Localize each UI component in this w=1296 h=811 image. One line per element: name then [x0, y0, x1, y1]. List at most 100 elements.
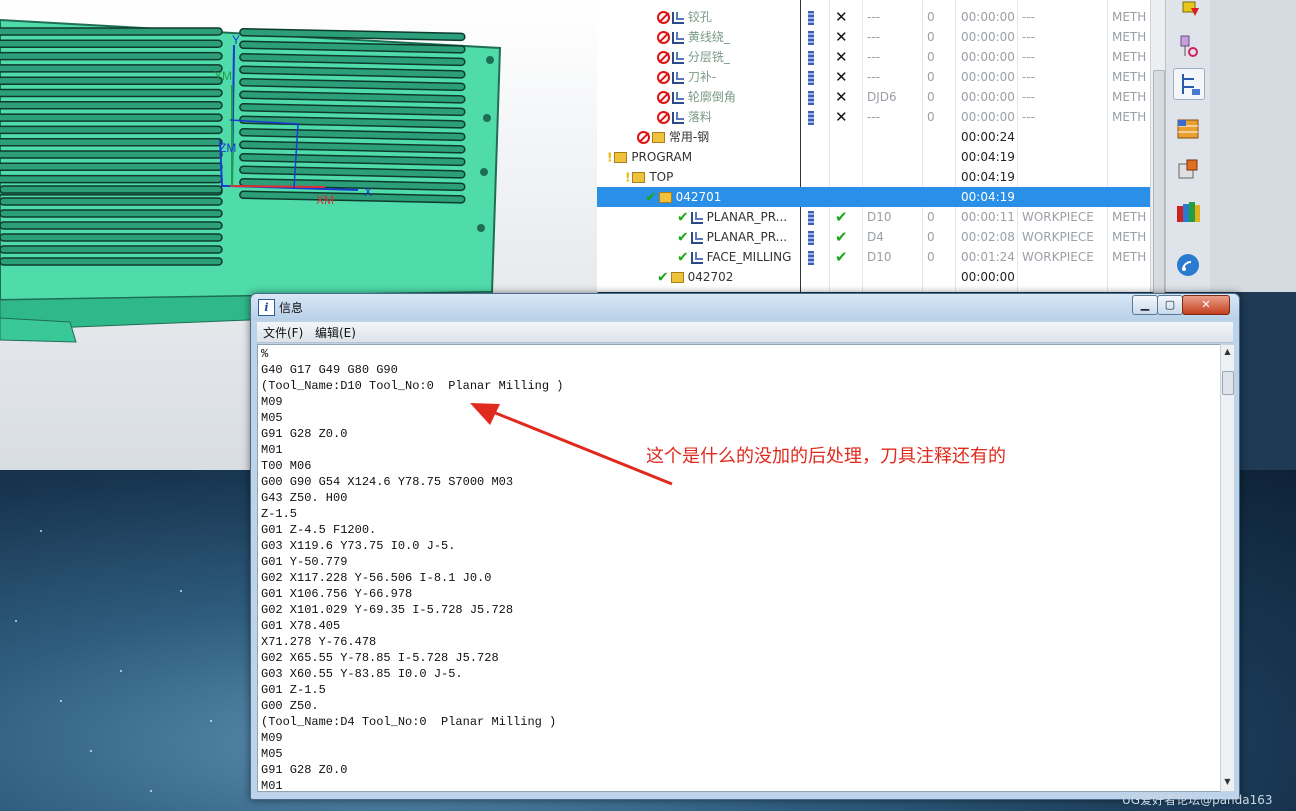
constraint-navigator-icon[interactable]	[1173, 32, 1203, 62]
navigator-scrollbar[interactable]	[1150, 0, 1166, 302]
slot	[0, 209, 223, 218]
close-button[interactable]: ✕	[1182, 295, 1230, 315]
status-x-icon: ✕	[835, 28, 848, 46]
time-cell: 00:02:08	[961, 230, 1015, 244]
toolpath-icon	[808, 230, 814, 245]
status-ok-icon: ✔	[835, 208, 848, 226]
navigator-row[interactable]: 刀补- ✕ --- 0 00:00:00 --- METH	[597, 67, 1150, 87]
operation-icon	[690, 211, 703, 224]
operation-name: 分层铣_	[687, 50, 730, 64]
navigator-row[interactable]: 分层铣_ ✕ --- 0 00:00:00 --- METH	[597, 47, 1150, 67]
tool-cell: D10	[867, 250, 892, 264]
navigator-row[interactable]: ✔ 042702 00:00:00	[597, 267, 1150, 287]
titlebar[interactable]: i 信息 ▁ ▢ ✕	[251, 294, 1239, 320]
folder-icon	[632, 172, 646, 183]
time-cell: 00:04:19	[961, 150, 1015, 164]
hole	[480, 168, 488, 176]
navigator-row[interactable]: ✔ 042701 00:04:19	[597, 187, 1150, 207]
scroll-thumb[interactable]	[1222, 371, 1234, 395]
star	[40, 530, 42, 532]
tool-cell: ---	[867, 50, 880, 64]
not-generated-icon	[657, 91, 670, 104]
axis-label: Y	[232, 33, 240, 47]
menu-file[interactable]: 文件(F)	[263, 324, 303, 341]
navigator-row[interactable]: ! PROGRAM 00:04:19	[597, 147, 1150, 167]
operation-name: 轮廓倒角	[687, 90, 736, 104]
x-cell: 0	[927, 50, 935, 64]
operation-icon	[690, 251, 703, 264]
hole	[483, 114, 491, 122]
info-text-area[interactable]: % G40 G17 G49 G80 G90 (Tool_Name:D10 Too…	[257, 344, 1221, 792]
x-cell: 0	[927, 90, 935, 104]
minimize-button[interactable]: ▁	[1132, 295, 1158, 315]
navigator-row[interactable]: 铰孔 ✕ --- 0 00:00:00 --- METH	[597, 7, 1150, 27]
status-ok-icon: ✔	[835, 228, 848, 246]
operation-icon	[672, 111, 684, 124]
axis-label: YM	[214, 69, 232, 83]
geometry-cell: ---	[1022, 50, 1035, 64]
nc-code: % G40 G17 G49 G80 G90 (Tool_Name:D10 Too…	[261, 347, 564, 792]
navigator-row[interactable]: 黄线绕_ ✕ --- 0 00:00:00 --- METH	[597, 27, 1150, 47]
status-x-icon: ✕	[835, 108, 848, 126]
maximize-button[interactable]: ▢	[1157, 295, 1183, 315]
hole	[477, 224, 485, 232]
slot	[0, 233, 223, 242]
menu-edit[interactable]: 编辑(E)	[315, 324, 356, 341]
time-cell: 00:00:24	[961, 130, 1015, 144]
annotation-text: 这个是什么的没加的后处理，刀具注释还有的	[646, 446, 1006, 467]
navigator-row[interactable]: ✔ PLANAR_PR... ✔ D4 0 00:02:08 WORKPIECE METH	[597, 227, 1150, 247]
machining-feature-icon[interactable]	[1173, 156, 1203, 186]
star	[90, 750, 92, 752]
operation-navigator[interactable]: 铰孔 ✕ --- 0 00:00:00 --- METH 黄线绕_ ✕ --- 0 00:00:00…	[597, 0, 1165, 292]
toolpath-icon	[808, 210, 814, 225]
x-cell: 0	[927, 230, 935, 244]
info-window[interactable]: i 信息 ▁ ▢ ✕ 文件(F) 编辑(E) % G40 G17 G49 G80…	[250, 293, 1240, 800]
axis-label: X	[364, 185, 372, 199]
method-cell: METH	[1112, 90, 1147, 104]
navigator-row[interactable]: ✔ PLANAR_PR... ✔ D10 0 00:00:11 WORKPIECE METH	[597, 207, 1150, 227]
tool-cell: DJD6	[867, 90, 897, 104]
slot	[0, 88, 223, 98]
operation-navigator-icon[interactable]	[1173, 68, 1205, 100]
info-icon: i	[258, 299, 275, 316]
x-cell: 0	[927, 30, 935, 44]
check-icon: ✔	[677, 229, 689, 246]
geometry-cell: ---	[1022, 70, 1035, 84]
operation-icon	[672, 51, 684, 64]
slot	[0, 39, 223, 49]
not-generated-icon	[657, 71, 670, 84]
slot	[0, 27, 223, 36]
hole	[486, 56, 494, 64]
geometry-cell: ---	[1022, 30, 1035, 44]
window-edge	[1210, 0, 1296, 292]
navigator-row[interactable]: 常用-钢 00:00:24	[597, 127, 1150, 147]
assembly-navigator-icon[interactable]	[1173, 0, 1203, 30]
scroll-down-icon[interactable]: ▼	[1221, 775, 1234, 789]
toolpath-icon	[808, 50, 814, 65]
star	[60, 700, 62, 702]
folder-icon	[658, 192, 672, 203]
time-cell: 00:00:00	[961, 10, 1015, 24]
navigator-row[interactable]: 轮廓倒角 ✕ DJD6 0 00:00:00 --- METH	[597, 87, 1150, 107]
slot	[0, 125, 223, 135]
scroll-thumb[interactable]	[1153, 70, 1165, 302]
not-generated-icon	[657, 51, 670, 64]
star	[210, 720, 212, 722]
navigator-row[interactable]: 落料 ✕ --- 0 00:00:00 --- METH	[597, 107, 1150, 127]
toolpath-icon	[808, 10, 814, 25]
machine-tool-navigator-icon[interactable]	[1173, 114, 1203, 144]
navigator-row[interactable]: ✔ FACE_MILLING ✔ D10 0 00:01:24 WORKPIECE METH	[597, 247, 1150, 267]
vertical-scrollbar[interactable]: ▲ ▼	[1220, 344, 1235, 792]
navigator-row[interactable]: ! TOP 00:04:19	[597, 167, 1150, 187]
xm-axis	[229, 185, 326, 188]
operation-name: 042702	[687, 270, 734, 284]
bulb-icon: !	[607, 150, 613, 165]
status-x-icon: ✕	[835, 68, 848, 86]
library-icon[interactable]	[1173, 198, 1203, 228]
slot	[0, 150, 223, 159]
scroll-up-icon[interactable]: ▲	[1221, 345, 1234, 359]
method-cell: METH	[1112, 230, 1147, 244]
toolpath-icon	[808, 90, 814, 105]
folder-icon	[652, 132, 665, 143]
web-browser-icon[interactable]	[1173, 250, 1203, 280]
